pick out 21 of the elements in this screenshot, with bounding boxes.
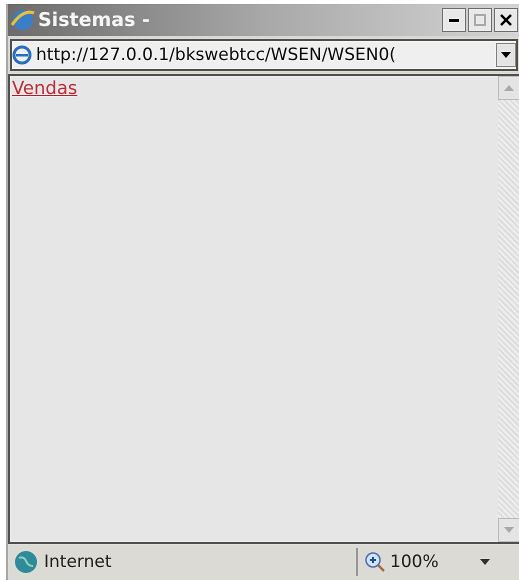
close-icon — [499, 13, 513, 27]
zoom-icon — [364, 551, 386, 573]
caret-icon — [501, 52, 511, 58]
caret-icon[interactable] — [480, 559, 490, 565]
globe-icon — [14, 550, 38, 574]
caret-icon — [504, 527, 514, 533]
maximize-icon — [474, 14, 486, 26]
dropdown-button[interactable] — [496, 43, 516, 67]
zone-text: Internet — [44, 552, 112, 572]
zoom-level[interactable]: 100% — [390, 552, 439, 572]
page-link[interactable]: Vendas — [12, 78, 78, 99]
minimize-button[interactable] — [442, 8, 466, 32]
window-title: Sistemas - — [38, 9, 151, 31]
minimize-icon — [449, 18, 459, 22]
address-bar[interactable]: http://127.0.0.1/bkswebtcc/WSEN/WSEN0( — [10, 39, 518, 71]
url-text: http://127.0.0.1/bkswebtcc/WSEN/WSEN0( — [35, 45, 397, 65]
maximize-button[interactable] — [468, 8, 492, 32]
browser-logo-icon — [10, 7, 36, 33]
close-button[interactable] — [494, 8, 518, 32]
caret-icon — [504, 85, 514, 91]
page-icon — [12, 45, 32, 65]
